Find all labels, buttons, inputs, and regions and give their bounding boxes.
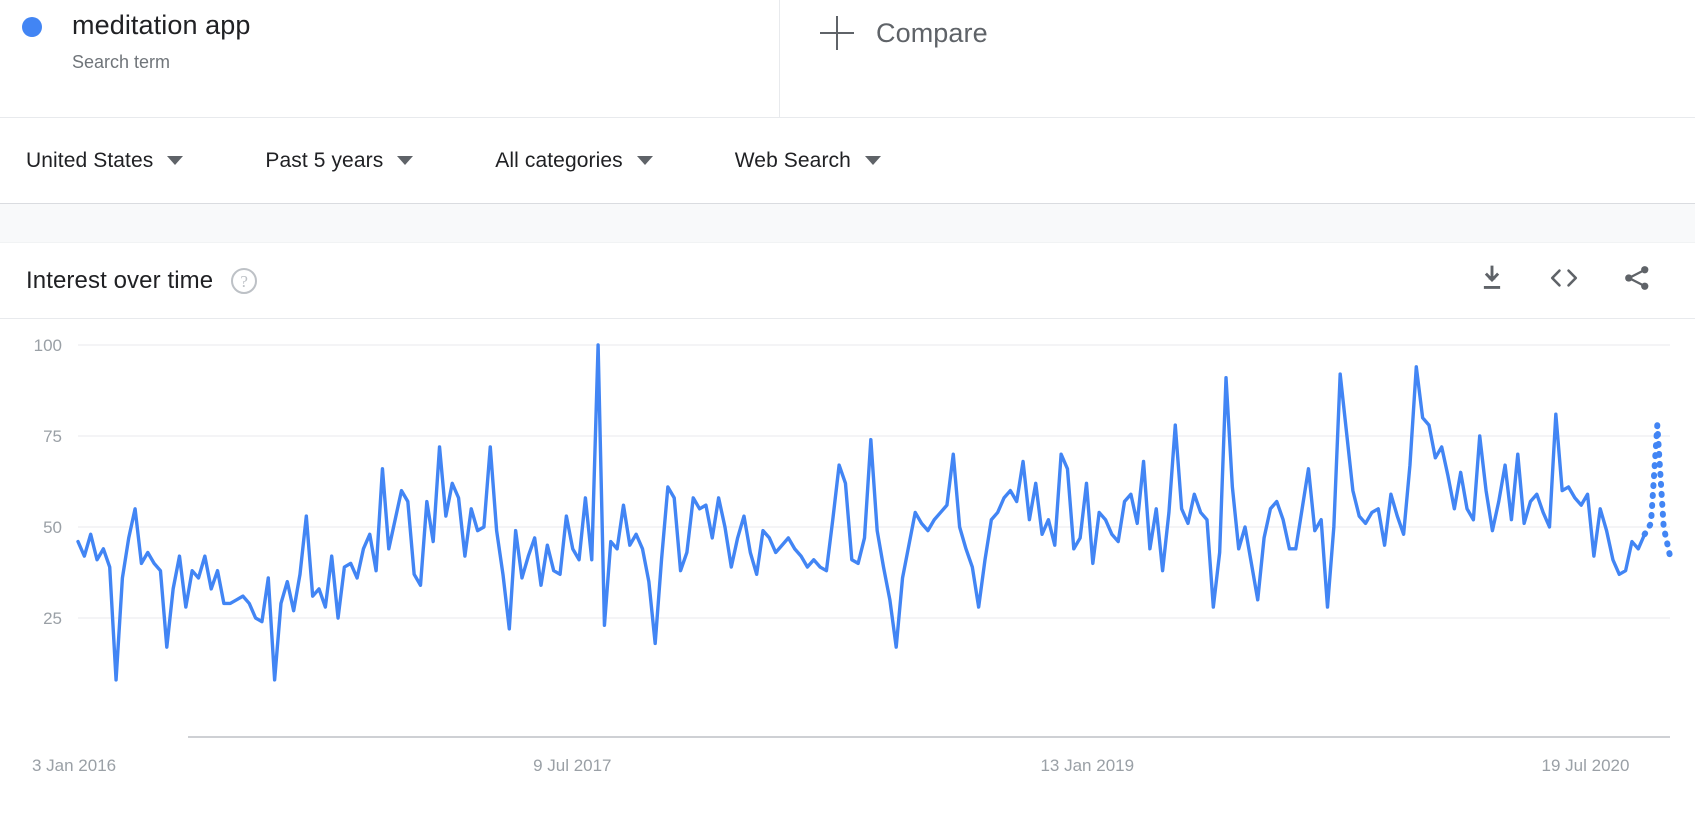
chevron-down-icon <box>636 156 653 165</box>
search-term-cell[interactable]: meditation app Search term <box>0 0 780 117</box>
chevron-down-icon <box>167 156 184 165</box>
card-header: Interest over time ? <box>0 243 1695 319</box>
help-circle-icon[interactable]: ? <box>231 267 258 294</box>
compare-label: Compare <box>876 17 988 48</box>
embed-code-icon[interactable] <box>1547 263 1581 298</box>
search-term-bar: meditation app Search term Compare <box>0 0 1695 118</box>
x-axis-tick-label: 3 Jan 2016 <box>32 756 116 775</box>
filter-bar: United States Past 5 years All categorie… <box>0 118 1695 204</box>
interest-over-time-card: Interest over time ? 25 50 75 100 3 Jan … <box>0 243 1695 819</box>
search-term-type: Search term <box>72 52 171 72</box>
y-axis-tick-label: 100 <box>34 336 62 355</box>
interest-over-time-chart[interactable]: 25 50 75 100 3 Jan 2016 9 Jul 2017 13 Jan 2019… <box>0 319 1695 819</box>
y-axis-tick-label: 75 <box>43 427 62 446</box>
download-icon[interactable] <box>1477 263 1507 298</box>
y-axis-tick-label: 25 <box>43 609 62 628</box>
y-axis-tick-label: 50 <box>43 518 62 537</box>
page-title: Interest over time <box>26 266 214 294</box>
trend-line-partial-data <box>1641 424 1673 560</box>
filter-time-range-label: Past 5 years <box>265 148 384 172</box>
plus-icon <box>820 16 854 50</box>
chevron-down-icon <box>397 156 414 165</box>
filter-category[interactable]: All categories <box>495 148 653 173</box>
filter-location[interactable]: United States <box>26 148 184 173</box>
chevron-down-icon <box>864 156 881 165</box>
search-term-texts: meditation app Search term <box>72 8 251 75</box>
share-icon[interactable] <box>1621 263 1653 298</box>
x-axis-tick-label: 9 Jul 2017 <box>533 756 611 775</box>
card-actions <box>1477 263 1653 298</box>
trend-line <box>76 343 1647 682</box>
trend-line-chart: 25 50 75 100 3 Jan 2016 9 Jul 2017 13 Jan 2019… <box>32 336 1673 775</box>
compare-cell: Compare <box>780 0 1695 117</box>
filter-category-label: All categories <box>495 148 623 172</box>
filter-search-type[interactable]: Web Search <box>735 149 881 173</box>
series-color-dot <box>22 17 42 37</box>
filter-time-range[interactable]: Past 5 years <box>265 148 414 173</box>
filter-search-type-label: Web Search <box>734 148 851 172</box>
x-axis-tick-label: 13 Jan 2019 <box>1040 756 1134 775</box>
add-comparison-button[interactable]: Compare <box>820 16 988 50</box>
section-separator <box>0 204 1695 243</box>
x-axis-tick-label: 19 Jul 2020 <box>1542 756 1630 775</box>
filter-location-label: United States <box>26 148 154 172</box>
search-term-title: meditation app <box>72 10 251 40</box>
